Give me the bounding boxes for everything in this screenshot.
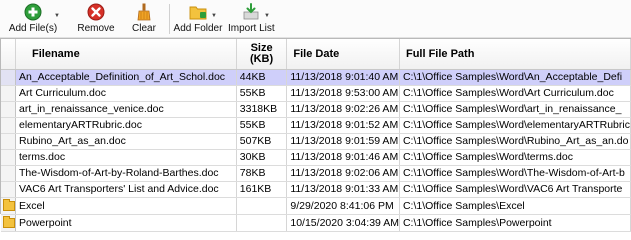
import-list-button[interactable]: Import List ▼ bbox=[228, 3, 275, 35]
import-list-label: Import List bbox=[228, 23, 275, 34]
row-indicator-cell bbox=[1, 165, 16, 182]
full-path-cell: C:\1\Office Samples\Word\elementaryARTRu… bbox=[399, 117, 631, 134]
row-indicator-cell bbox=[1, 181, 16, 198]
file-row[interactable]: Rubino_Art_as_an.doc 507KB 11/13/2018 9:01… bbox=[1, 133, 631, 150]
remove-button[interactable]: Remove bbox=[76, 3, 116, 35]
file-date-cell: 11/13/2018 9:02:06 AM bbox=[286, 165, 400, 182]
file-date-cell: 10/15/2020 3:04:39 AM bbox=[286, 214, 400, 232]
add-folder-dropdown-icon[interactable]: ▼ bbox=[211, 13, 217, 19]
broom-icon bbox=[137, 3, 151, 21]
import-arrow-icon bbox=[243, 3, 259, 20]
filename-cell: art_in_renaissance_venice.doc bbox=[15, 101, 237, 118]
file-row[interactable]: An_Acceptable_Definition_of_Art_Schol.do… bbox=[1, 69, 631, 86]
filename-cell: The-Wisdom-of-Art-by-Roland-Barthes.doc bbox=[15, 165, 237, 182]
size-cell: 30KB bbox=[236, 149, 288, 166]
filename-cell: Powerpoint bbox=[15, 214, 237, 232]
add-files-label: Add File(s) bbox=[8, 23, 58, 34]
folder-row[interactable]: Excel 9/29/2020 8:41:06 PM C:\1\Office Sam… bbox=[1, 197, 631, 215]
size-header-line2: (KB) bbox=[249, 52, 274, 65]
size-column-header[interactable]: Size (KB) bbox=[236, 39, 288, 70]
full-path-cell: C:\1\Office Samples\Word\art_in_renaissa… bbox=[399, 101, 631, 118]
size-cell bbox=[236, 197, 288, 215]
row-indicator-cell bbox=[1, 133, 16, 150]
row-indicator-cell bbox=[1, 69, 16, 86]
full-path-cell: C:\1\Office Samples\Word\Rubino_Art_as_a… bbox=[399, 133, 631, 150]
folder-icon bbox=[189, 6, 207, 20]
add-files-dropdown-icon[interactable]: ▼ bbox=[54, 13, 60, 19]
file-date-cell: 11/13/2018 9:01:40 AM bbox=[286, 69, 400, 86]
row-indicator-cell bbox=[1, 85, 16, 102]
folder-icon bbox=[3, 215, 15, 228]
filename-cell: An_Acceptable_Definition_of_Art_Schol.do… bbox=[15, 69, 237, 86]
full-path-cell: C:\1\Office Samples\Word\terms.doc bbox=[399, 149, 631, 166]
add-folder-label: Add Folder bbox=[173, 23, 223, 34]
size-cell: 3318KB bbox=[236, 101, 288, 118]
red-x-circle-icon bbox=[87, 3, 105, 21]
file-table: Filename Size (KB) File Date Full File P… bbox=[1, 39, 631, 232]
size-cell bbox=[236, 214, 288, 232]
remove-label: Remove bbox=[77, 23, 115, 34]
toolbar: Add File(s) ▼ Remove Clear Add Folder ▼ … bbox=[0, 0, 631, 38]
file-date-cell: 11/13/2018 9:01:52 AM bbox=[286, 117, 400, 134]
filename-column-header[interactable]: Filename bbox=[15, 39, 237, 70]
folder-row[interactable]: Powerpoint 10/15/2020 3:04:39 AM C:\1\Offi… bbox=[1, 214, 631, 232]
full-path-cell: C:\1\Office Samples\Word\The-Wisdom-of-A… bbox=[399, 165, 631, 182]
filename-cell: terms.doc bbox=[15, 149, 237, 166]
full-path-cell: C:\1\Office Samples\Excel bbox=[399, 197, 631, 215]
size-cell: 55KB bbox=[236, 117, 288, 134]
row-indicator-header bbox=[1, 39, 16, 70]
filename-cell: elementaryARTRubric.doc bbox=[15, 117, 237, 134]
full-path-cell: C:\1\Office Samples\Word\Art Curriculum.… bbox=[399, 85, 631, 102]
full-path-cell: C:\1\Office Samples\Word\VAC6 Art Transp… bbox=[399, 181, 631, 198]
file-date-cell: 11/13/2018 9:01:59 AM bbox=[286, 133, 400, 150]
file-row[interactable]: terms.doc 30KB 11/13/2018 9:01:46 AM C:\1\O… bbox=[1, 149, 631, 166]
row-indicator-cell bbox=[1, 117, 16, 134]
toolbar-divider bbox=[169, 4, 170, 34]
import-list-dropdown-icon[interactable]: ▼ bbox=[264, 13, 270, 19]
clear-label: Clear bbox=[132, 23, 156, 34]
filename-cell: VAC6 Art Transporters' List and Advice.d… bbox=[15, 181, 237, 198]
file-date-cell: 11/13/2018 9:01:46 AM bbox=[286, 149, 400, 166]
full-path-cell: C:\1\Office Samples\Word\An_Acceptable_D… bbox=[399, 69, 631, 86]
size-cell: 44KB bbox=[236, 69, 288, 86]
file-date-column-header[interactable]: File Date bbox=[286, 39, 400, 70]
table-header-row: Filename Size (KB) File Date Full File P… bbox=[1, 39, 631, 70]
row-indicator-cell bbox=[1, 197, 16, 215]
add-files-button[interactable]: Add File(s) ▼ bbox=[4, 3, 62, 35]
full-path-cell: C:\1\Office Samples\Powerpoint bbox=[399, 214, 631, 232]
filename-cell: Excel bbox=[15, 197, 237, 215]
green-plus-circle-icon bbox=[24, 3, 42, 21]
file-date-cell: 9/29/2020 8:41:06 PM bbox=[286, 197, 400, 215]
filename-cell: Art Curriculum.doc bbox=[15, 85, 237, 102]
size-cell: 55KB bbox=[236, 85, 288, 102]
size-cell: 78KB bbox=[236, 165, 288, 182]
file-row[interactable]: VAC6 Art Transporters' List and Advice.d… bbox=[1, 181, 631, 198]
filename-cell: Rubino_Art_as_an.doc bbox=[15, 133, 237, 150]
folder-icon bbox=[3, 198, 15, 211]
row-indicator-cell bbox=[1, 214, 16, 232]
file-list-grid[interactable]: Filename Size (KB) File Date Full File P… bbox=[0, 38, 631, 232]
file-date-cell: 11/13/2018 9:02:26 AM bbox=[286, 101, 400, 118]
add-folder-button[interactable]: Add Folder ▼ bbox=[173, 3, 223, 35]
full-path-column-header[interactable]: Full File Path bbox=[399, 39, 631, 70]
size-cell: 161KB bbox=[236, 181, 288, 198]
row-indicator-cell bbox=[1, 101, 16, 118]
file-row[interactable]: Art Curriculum.doc 55KB 11/13/2018 9:53:00… bbox=[1, 85, 631, 102]
file-row[interactable]: art_in_renaissance_venice.doc 3318KB 11/13… bbox=[1, 101, 631, 118]
file-row[interactable]: elementaryARTRubric.doc 55KB 11/13/2018 9:… bbox=[1, 117, 631, 134]
row-indicator-cell bbox=[1, 149, 16, 166]
file-date-cell: 11/13/2018 9:53:00 AM bbox=[286, 85, 400, 102]
clear-button[interactable]: Clear bbox=[128, 3, 160, 35]
file-row[interactable]: The-Wisdom-of-Art-by-Roland-Barthes.doc 7… bbox=[1, 165, 631, 182]
size-cell: 507KB bbox=[236, 133, 288, 150]
file-date-cell: 11/13/2018 9:01:33 AM bbox=[286, 181, 400, 198]
